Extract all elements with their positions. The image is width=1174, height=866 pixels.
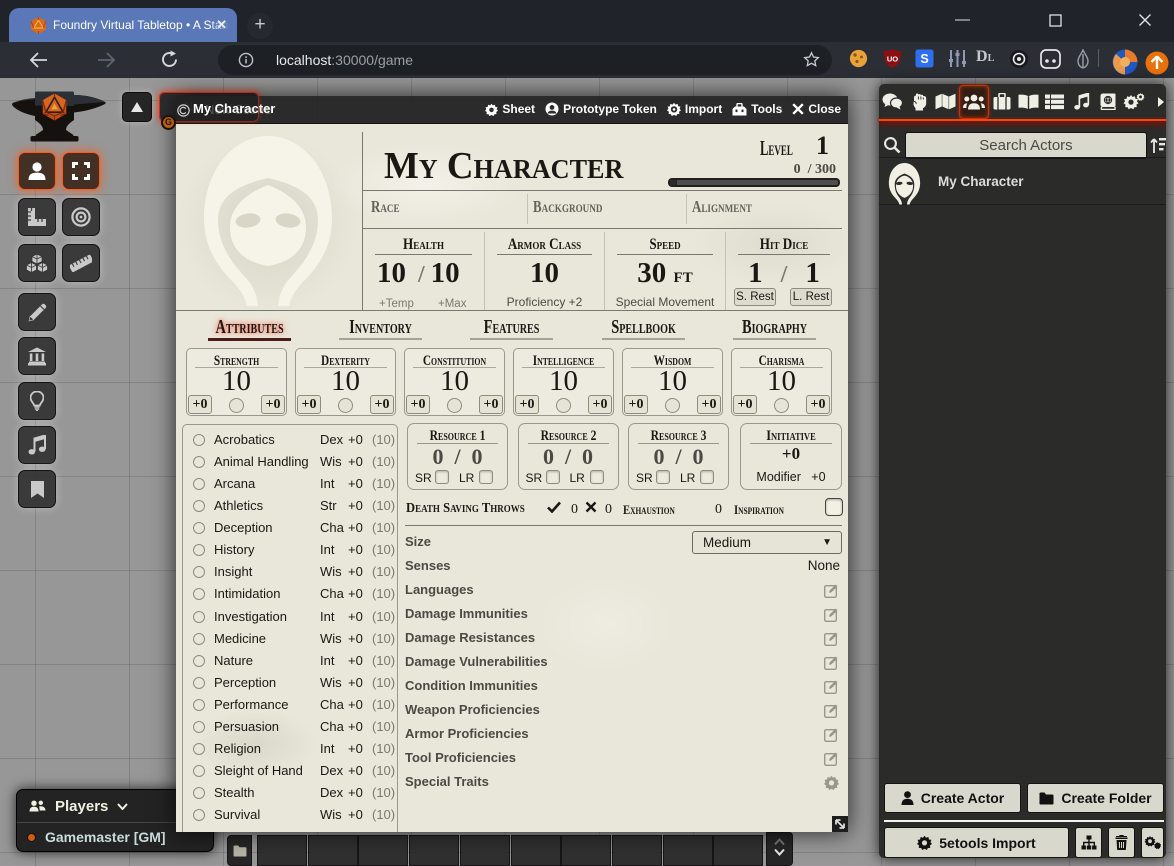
svg-text:UO: UO (887, 55, 898, 64)
svg-text:S: S (920, 52, 928, 66)
